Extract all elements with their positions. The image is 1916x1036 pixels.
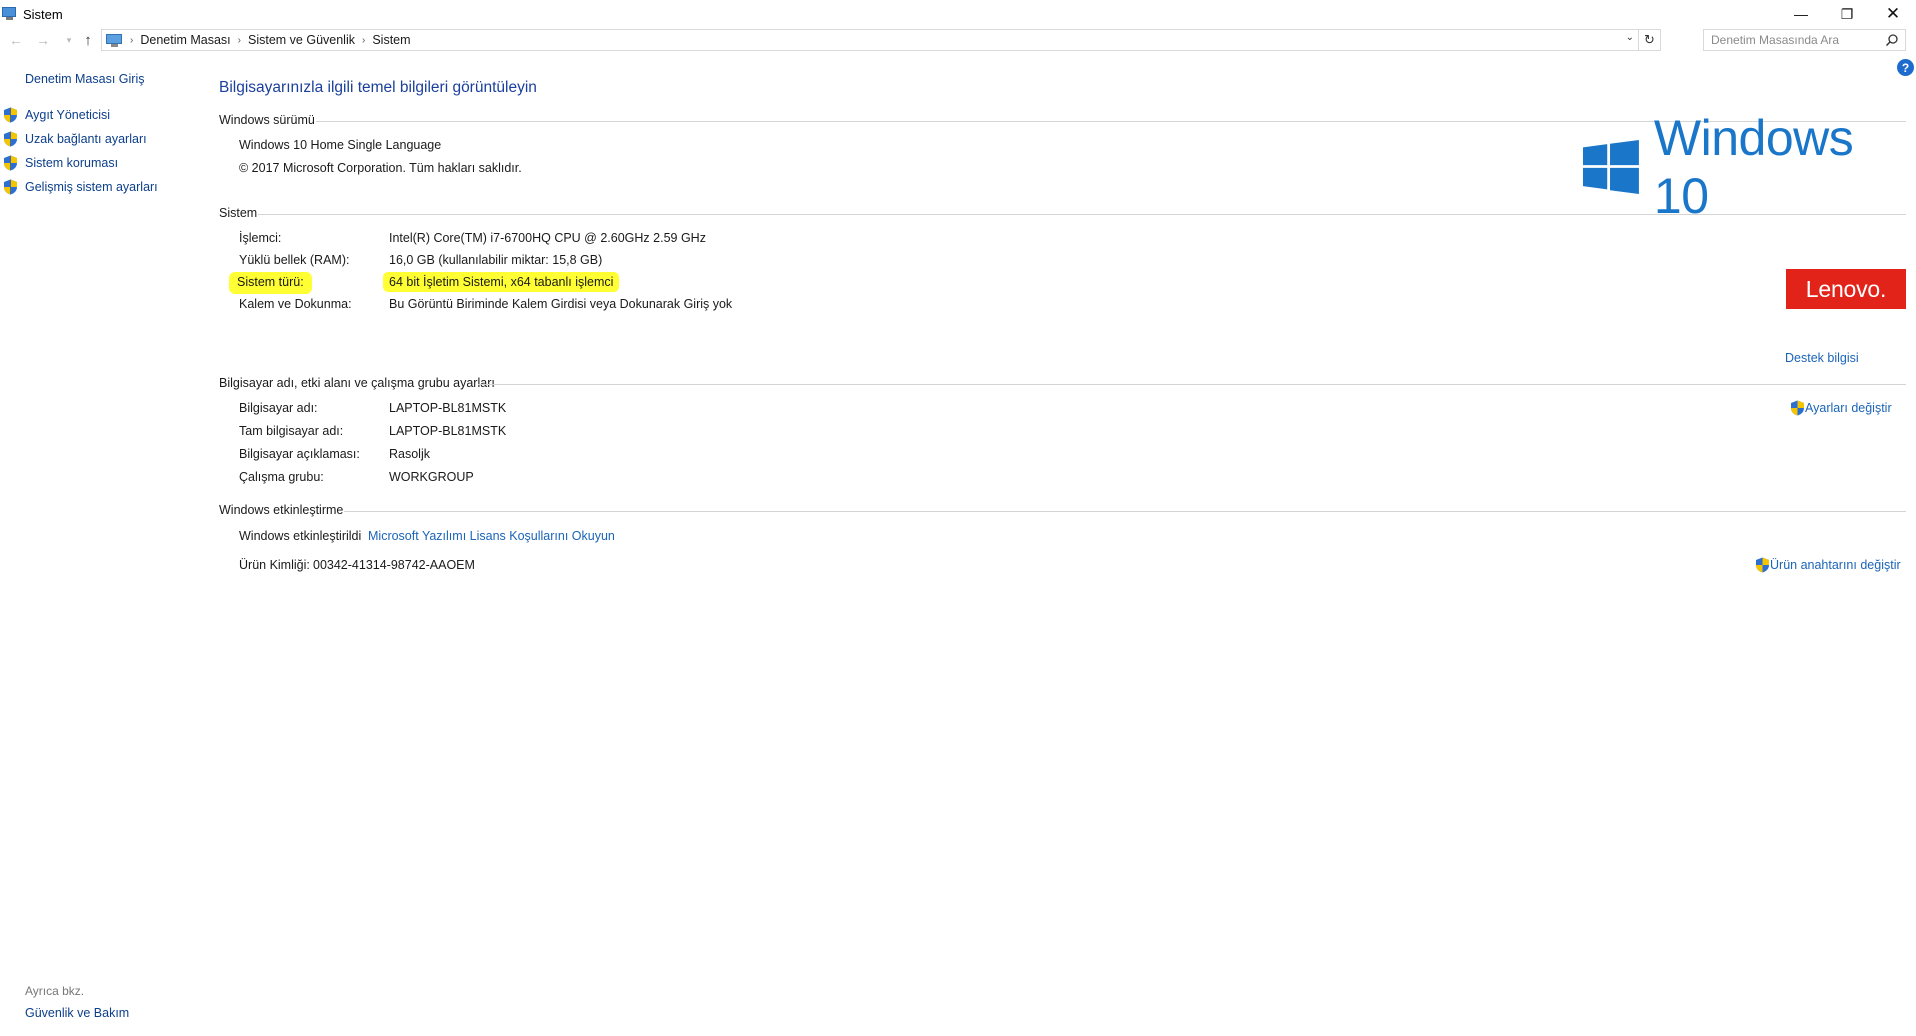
system-type-value: 64 bit İşletim Sistemi, x64 tabanlı işle…: [385, 274, 618, 290]
computer-name-label: Bilgisayar adı:: [239, 401, 318, 415]
edition-name: Windows 10 Home Single Language: [239, 138, 442, 152]
activation-status: Windows etkinleştirildi: [239, 529, 362, 543]
shield-icon: [1756, 557, 1769, 573]
workgroup-value: WORKGROUP: [389, 470, 474, 484]
windows-edition-header: Windows sürümü: [219, 113, 315, 127]
section-divider: [478, 384, 1906, 385]
edition-copyright: © 2017 Microsoft Corporation. Tüm haklar…: [239, 161, 522, 175]
product-id-label: Ürün Kimliği:: [239, 558, 310, 572]
workgroup-label: Çalışma grubu:: [239, 470, 324, 484]
computer-description-value: Rasoljk: [389, 447, 430, 461]
windows-10-logo: Windows 10: [1583, 110, 1903, 224]
activation-header: Windows etkinleştirme: [219, 503, 344, 517]
windows-wordmark: Windows 10: [1653, 110, 1854, 224]
change-settings-link-text: Ayarları değiştir: [1805, 401, 1892, 415]
lenovo-logo: Lenovo.: [1786, 269, 1906, 309]
computer-description-label: Bilgisayar açıklaması:: [239, 447, 360, 461]
full-computer-name-label: Tam bilgisayar adı:: [239, 424, 344, 438]
highlighted-system-type-label: Sistem türü:: [231, 274, 310, 292]
main-content: Bilgisayarınızla ilgili temel bilgileri …: [0, 0, 1916, 1036]
shield-icon: [1791, 400, 1804, 416]
support-info-link-text: Destek bilgisi: [1785, 351, 1859, 365]
pen-touch-value: Bu Görüntü Biriminde Kalem Girdisi veya …: [389, 297, 733, 311]
change-settings-link[interactable]: Ayarları değiştir: [1790, 400, 1892, 416]
full-computer-name-value: LAPTOP-BL81MSTK: [389, 424, 507, 438]
windows-flag-icon: [1583, 139, 1639, 195]
computer-name-value: LAPTOP-BL81MSTK: [389, 401, 507, 415]
computer-name-header: Bilgisayar adı, etki alanı ve çalışma gr…: [219, 376, 495, 390]
processor-label: İşlemci:: [239, 231, 282, 245]
ram-value: 16,0 GB (kullanılabilir miktar: 15,8 GB): [389, 253, 603, 267]
change-product-key-link[interactable]: Ürün anahtarını değiştir: [1755, 557, 1901, 573]
product-id-value: 00342-41314-98742-AAOEM: [313, 558, 475, 572]
system-header: Sistem: [219, 206, 258, 220]
section-divider: [344, 511, 1906, 512]
section-divider: [258, 214, 1906, 215]
system-type-label: Sistem türü:: [231, 274, 310, 292]
license-terms-link[interactable]: Microsoft Yazılımı Lisans Koşullarını Ok…: [368, 529, 615, 543]
change-product-key-link-text: Ürün anahtarını değiştir: [1770, 558, 1901, 572]
page-title: Bilgisayarınızla ilgili temel bilgileri …: [219, 79, 537, 96]
highlighted-system-type-value: 64 bit İşletim Sistemi, x64 tabanlı işle…: [385, 274, 618, 290]
pen-touch-label: Kalem ve Dokunma:: [239, 297, 352, 311]
processor-value: Intel(R) Core(TM) i7-6700HQ CPU @ 2.60GH…: [389, 231, 706, 245]
ram-label: Yüklü bellek (RAM):: [239, 253, 350, 267]
support-info-link[interactable]: Destek bilgisi: [1785, 351, 1859, 365]
